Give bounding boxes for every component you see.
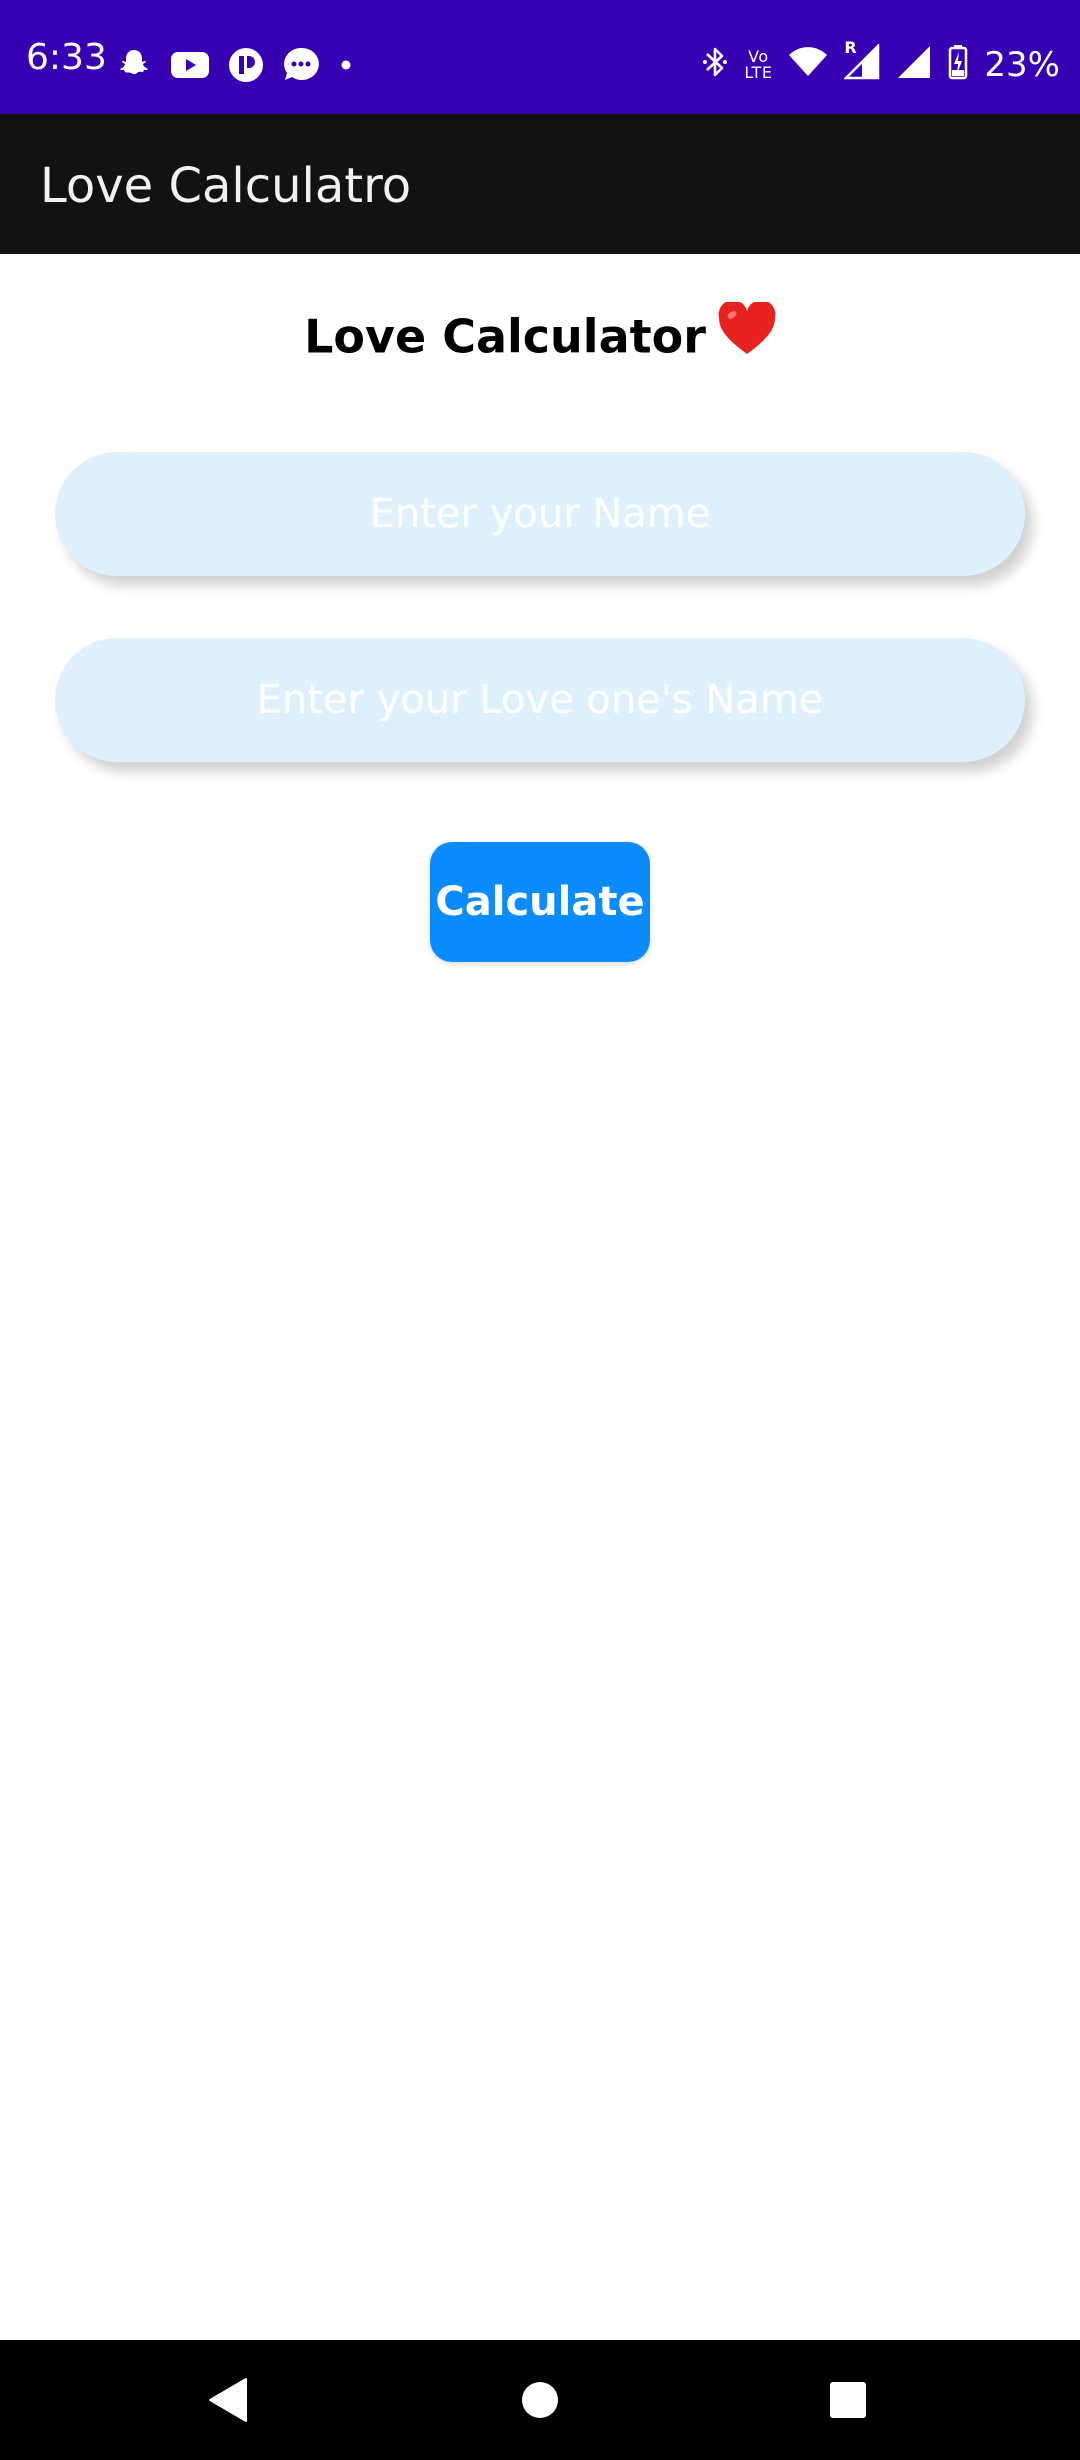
volte-icon: Vo LTE (744, 48, 773, 82)
roaming-label: R (844, 38, 858, 57)
name-input[interactable] (55, 452, 1025, 576)
calculate-button[interactable]: Calculate (430, 842, 650, 962)
bluetooth-icon (702, 44, 728, 85)
page-heading: Love Calculator (0, 300, 1080, 374)
status-bar: 6:33 Vo LTE R 23% (0, 0, 1080, 114)
youtube-icon (170, 49, 210, 86)
heart-icon (718, 300, 776, 370)
signal-icon (896, 44, 932, 85)
app-icon (228, 47, 264, 88)
system-icons: Vo LTE R 23% (702, 40, 1060, 85)
battery-charging-icon (948, 44, 968, 85)
recents-icon[interactable] (818, 2370, 878, 2430)
home-icon[interactable] (510, 2370, 570, 2430)
notification-icons (116, 46, 354, 89)
signal-roaming-icon: R (843, 40, 880, 85)
wifi-icon (788, 46, 828, 83)
love-name-input[interactable] (55, 638, 1025, 762)
navigation-bar (0, 2340, 1080, 2460)
battery-percent: 23% (984, 44, 1060, 85)
dot-icon (338, 57, 354, 78)
back-icon[interactable] (198, 2370, 258, 2430)
page-heading-text: Love Calculator (304, 309, 706, 364)
status-time: 6:33 (26, 37, 107, 78)
snapchat-icon (116, 47, 152, 88)
messages-icon (282, 46, 320, 89)
app-title: Love Calculatro (40, 158, 412, 214)
app-bar: Love Calculatro (0, 114, 1080, 254)
volte-label-bottom: LTE (744, 62, 773, 82)
